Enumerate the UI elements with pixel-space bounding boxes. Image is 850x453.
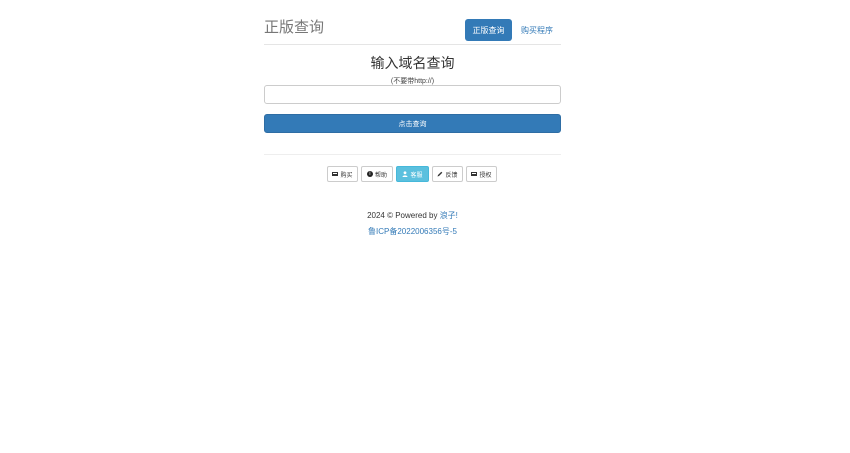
buy-button[interactable]: 购买 <box>327 166 358 182</box>
action-button-group: 购买 i 帮助 客服 反馈 授权 <box>327 166 500 182</box>
support-button[interactable]: 客服 <box>396 166 429 182</box>
info-icon: i <box>366 171 373 177</box>
license-button-label: 授权 <box>479 172 492 179</box>
feedback-button-label: 反馈 <box>445 172 458 179</box>
feedback-button[interactable]: 反馈 <box>432 166 463 182</box>
support-button-label: 客服 <box>410 172 423 179</box>
submit-query-button[interactable]: 点击查询 <box>264 114 561 133</box>
header: 正版查询 正版查询 购买程序 <box>264 0 561 45</box>
query-title: 输入域名查询 <box>370 55 455 71</box>
license-button[interactable]: 授权 <box>466 166 497 182</box>
help-button[interactable]: i 帮助 <box>361 166 393 182</box>
help-button-label: 帮助 <box>374 172 387 179</box>
icp-link[interactable]: 鲁ICP备2022006356号-5 <box>264 226 561 237</box>
flag-icon <box>471 172 478 176</box>
pencil-icon <box>437 171 443 177</box>
nav-item-verify[interactable]: 正版查询 <box>465 19 512 41</box>
nav: 正版查询 购买程序 <box>465 19 561 41</box>
footer-copyright: 2024 © Powered by 浪子! <box>264 210 561 221</box>
copyright-text: 2024 © Powered by <box>367 211 438 220</box>
site-title: 正版查询 <box>264 19 325 36</box>
buy-button-label: 购买 <box>340 172 353 179</box>
divider <box>264 154 561 155</box>
domain-input[interactable] <box>264 85 561 104</box>
main-container: 正版查询 正版查询 购买程序 输入域名查询 (不要带http://) 点击查询 … <box>264 0 561 236</box>
author-link[interactable]: 浪子! <box>440 211 458 220</box>
user-icon <box>402 171 408 177</box>
nav-item-buy[interactable]: 购买程序 <box>521 25 553 36</box>
flag-icon <box>332 172 339 176</box>
